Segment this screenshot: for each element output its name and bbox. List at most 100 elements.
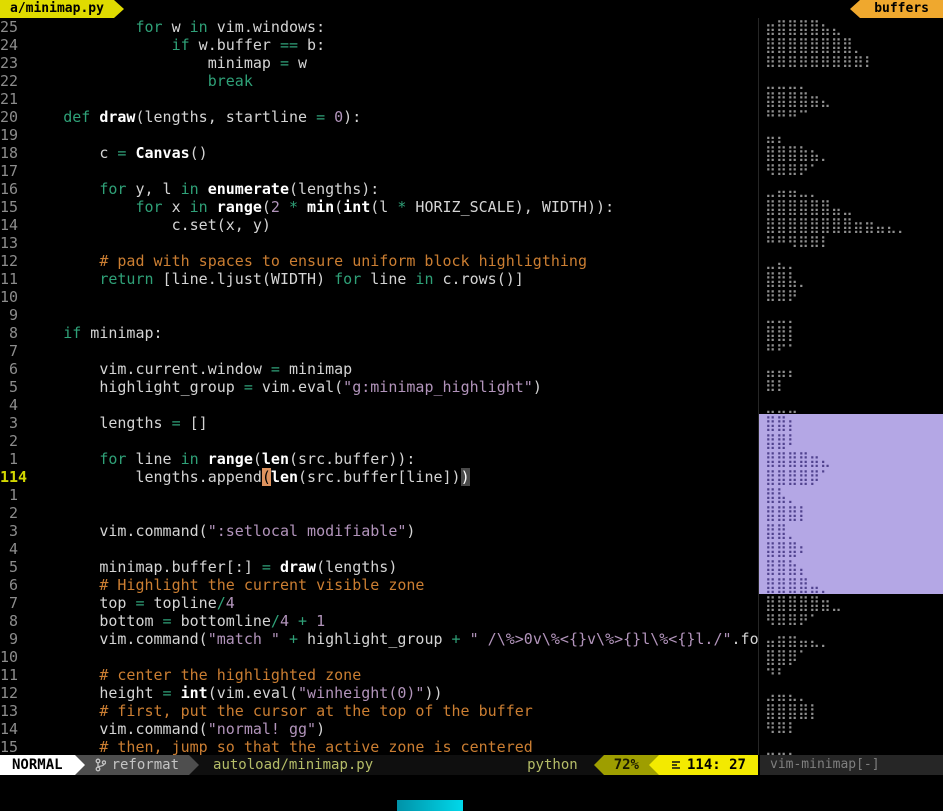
code-line[interactable]: 21 (0, 90, 758, 108)
code-area[interactable]: 25 for w in vim.windows:24 if w.buffer =… (0, 18, 758, 755)
minimap-row[interactable]: ⠻⠿⠿⠟⠁ (765, 162, 943, 180)
minimap-row-highlighted[interactable]: ⣿⣿⣿⣿⡿⠁ (759, 468, 943, 486)
minimap-row[interactable]: ⣿⣿⣿⣿⣿⣿⣤⣀ (765, 198, 943, 216)
minimap-row-highlighted[interactable]: ⣿⣿⣷⡄ (759, 558, 943, 576)
minimap-row[interactable]: ⠿⠿⠟ (765, 288, 943, 306)
code-line[interactable]: 13 (0, 234, 758, 252)
minimap-row[interactable]: ⠿⠿⠿⠿⠿⠿⠿⠿⠿⠇ (765, 54, 943, 72)
minimap-row-highlighted[interactable]: ⣿⣿⣿⡇ (759, 504, 943, 522)
minimap-row[interactable]: ⣿⣿⣿⣿⣿⣿⣿⣿⡀ (765, 36, 943, 54)
code-line[interactable]: 4 (0, 396, 758, 414)
code-line[interactable]: 11 return [line.ljust(WIDTH) for line in… (0, 270, 758, 288)
minimap-row-highlighted[interactable]: ⣿⣿⡀ (759, 522, 943, 540)
minimap-row[interactable]: ⣠⣤⣄⡀ (765, 684, 943, 702)
minimap-row[interactable]: ⠛⠛⠛⠉ (765, 108, 943, 126)
code-line[interactable]: 15 # then, jump so that the active zone … (0, 738, 758, 755)
minimap-row[interactable]: ⣶⣿⣿⣿⣿⣦⣄ (765, 18, 943, 36)
code-line[interactable]: 25 for w in vim.windows: (0, 18, 758, 36)
code-line[interactable]: 6 vim.current.window = minimap (0, 360, 758, 378)
code-line[interactable]: 7 top = topline/4 (0, 594, 758, 612)
code-line[interactable]: 4 (0, 540, 758, 558)
minimap-row[interactable]: ⣀⣀⡀ (765, 306, 943, 324)
minimap-row[interactable]: ⣿⣿⣿⣿⡇ (765, 702, 943, 720)
code-line[interactable]: 13 # first, put the cursor at the top of… (0, 702, 758, 720)
code-line[interactable]: 7 (0, 342, 758, 360)
code-line[interactable]: 14 vim.command("normal! gg") (0, 720, 758, 738)
code-line[interactable]: 3 lengths = [] (0, 414, 758, 432)
minimap-row[interactable]: ⠿⠇ (765, 378, 943, 396)
code-line[interactable]: 3 vim.command(":setlocal modifiable") (0, 522, 758, 540)
code-line[interactable]: 5 minimap.buffer[:] = draw(lengths) (0, 558, 758, 576)
code-line[interactable]: 114 lengths.append(len(src.buffer[line])… (0, 468, 758, 486)
minimap-row[interactable]: ⣤⣶⣶⣤⣄⡀ (765, 630, 943, 648)
code-line[interactable]: 6 # Highlight the current visible zone (0, 576, 758, 594)
minimap-row-highlighted[interactable]: ⣿⣧⡀ (759, 486, 943, 504)
code-line[interactable]: 19 (0, 126, 758, 144)
line-number: 6 (0, 360, 27, 378)
code-line[interactable]: 12 height = int(vim.eval("winheight(0)")… (0, 684, 758, 702)
code-text: for y, l in enumerate(lengths): (27, 180, 379, 198)
minimap-row[interactable]: ⣿⣿⣿⣷⣦⡀ (765, 144, 943, 162)
minimap-row[interactable]: ⣤⡄ (765, 126, 943, 144)
minimap-row-highlighted[interactable]: ⣿⣿⣿⠆ (759, 540, 943, 558)
line-number: 15 (0, 738, 27, 755)
code-line[interactable]: 2 (0, 432, 758, 450)
minimap-row[interactable]: ⣀⣀⣀⡀ (765, 72, 943, 90)
minimap-row[interactable]: ⣀⣤⣤⣀⡀ (765, 180, 943, 198)
code-line[interactable]: 16 for y, l in enumerate(lengths): (0, 180, 758, 198)
tab-current-file[interactable]: a/minimap.py (0, 0, 114, 18)
code-line[interactable]: 23 minimap = w (0, 54, 758, 72)
line-number: 5 (0, 378, 27, 396)
statusline: NORMAL reformat autoload/minimap.py pyth… (0, 755, 943, 775)
minimap-row-highlighted[interactable]: ⣿⣿⠇ (759, 432, 943, 450)
code-line[interactable]: 9 (0, 306, 758, 324)
code-line[interactable]: 1 for line in range(len(src.buffer)): (0, 450, 758, 468)
code-line[interactable]: 22 break (0, 72, 758, 90)
code-line[interactable]: 18 c = Canvas() (0, 144, 758, 162)
tab-buffers[interactable]: buffers (860, 0, 943, 18)
tabline: a/minimap.py buffers (0, 0, 943, 18)
code-line[interactable]: 1 (0, 486, 758, 504)
code-line[interactable]: 14 c.set(x, y) (0, 216, 758, 234)
code-text: vim.command("match " + highlight_group +… (27, 630, 758, 648)
minimap-row-highlighted[interactable]: ⣿⣿⡆ (759, 414, 943, 432)
minimap-row[interactable]: ⠛⠛⠻⠿⠿⠇ (765, 234, 943, 252)
code-text: # Highlight the current visible zone (27, 576, 424, 594)
code-line[interactable]: 20 def draw(lengths, startline = 0): (0, 108, 758, 126)
code-line[interactable]: 11 # center the highlighted zone (0, 666, 758, 684)
minimap-row[interactable]: ⠻⠿⠇ (765, 720, 943, 738)
minimap-row[interactable]: ⠻⠿⠿⠟⠁ (765, 612, 943, 630)
line-number: 2 (0, 504, 27, 522)
powerline-separator-icon (649, 755, 659, 775)
minimap-row[interactable]: ⣿⣿⡿⠁ (765, 648, 943, 666)
code-line[interactable]: 15 for x in range(2 * min(int(l * HORIZ_… (0, 198, 758, 216)
minimap-row[interactable]: ⣤⣤⡄ (765, 360, 943, 378)
code-line[interactable]: 12 # pad with spaces to ensure uniform b… (0, 252, 758, 270)
minimap-row[interactable]: ⣀⣄⡀ (765, 252, 943, 270)
minimap-row[interactable]: ⠛⠋⠁ (765, 342, 943, 360)
minimap-row-highlighted[interactable]: ⣿⣿⣿⣿⣤⡀ (759, 576, 943, 594)
minimap-row-highlighted[interactable]: ⣿⣿⣿⣿⣶⣄ (759, 450, 943, 468)
code-line[interactable]: 5 highlight_group = vim.eval("g:minimap_… (0, 378, 758, 396)
git-branch-segment[interactable]: reformat (85, 755, 189, 775)
minimap-row[interactable]: ⣀⣀⡀ (765, 738, 943, 755)
minimap-row[interactable]: ⣿⣿⣿⣿⣿⣿⣿⣿⣶⣶⣤⣄⡀ (765, 216, 943, 234)
minimap-row[interactable]: ⣿⣿⡇ (765, 324, 943, 342)
minimap-row[interactable]: ⠙⠃ (765, 666, 943, 684)
minimap-row[interactable]: ⣿⣿⣧⡀ (765, 270, 943, 288)
code-line[interactable]: 10 (0, 288, 758, 306)
code-line[interactable]: 2 (0, 504, 758, 522)
minimap-panel[interactable]: ⣶⣿⣿⣿⣿⣦⣄⣿⣿⣿⣿⣿⣿⣿⣿⡀⠿⠿⠿⠿⠿⠿⠿⠿⠿⠇⣀⣀⣀⡀⣿⣿⣿⣿⣶⣄⠛⠛⠛⠉… (758, 18, 943, 755)
code-line[interactable]: 9 vim.command("match " + highlight_group… (0, 630, 758, 648)
code-line[interactable]: 10 (0, 648, 758, 666)
code-line[interactable]: 8 bottom = bottomline/4 + 1 (0, 612, 758, 630)
minimap-row[interactable]: ⣿⣿⣿⣿⣶⣄ (765, 90, 943, 108)
minimap-row[interactable]: ⣀⣀⣀ (765, 396, 943, 414)
minimap-row[interactable]: ⣿⣿⣿⣿⣿⣶⣀ (765, 594, 943, 612)
command-line[interactable] (0, 775, 943, 811)
code-line[interactable]: 24 if w.buffer == b: (0, 36, 758, 54)
code-line[interactable]: 8 if minimap: (0, 324, 758, 342)
code-text: vim.command(":setlocal modifiable") (27, 522, 415, 540)
code-line[interactable]: 17 (0, 162, 758, 180)
code-text: # first, put the cursor at the top of th… (27, 702, 533, 720)
